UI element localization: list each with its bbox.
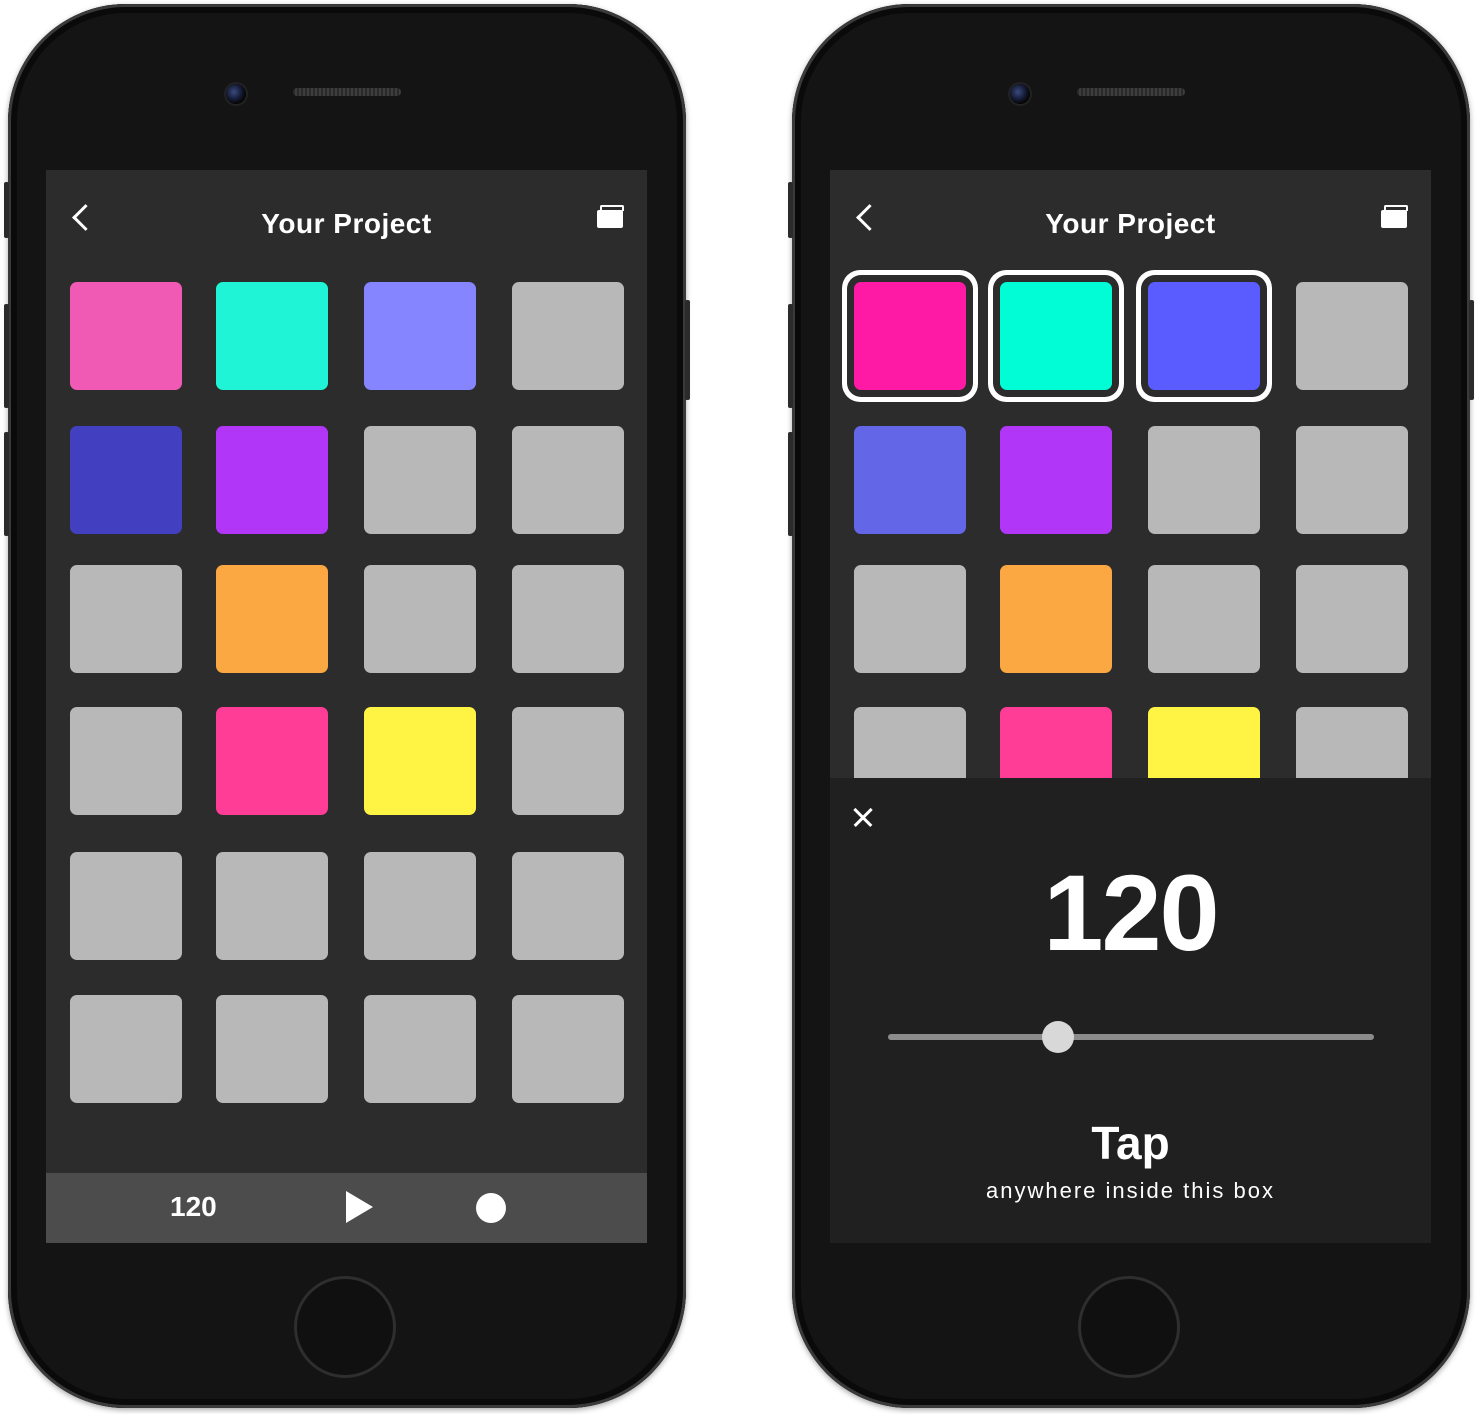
mute-switch bbox=[788, 182, 793, 238]
close-icon[interactable] bbox=[852, 806, 874, 828]
front-camera bbox=[1010, 84, 1030, 104]
nav-bar: Your Project bbox=[46, 170, 647, 270]
pad[interactable] bbox=[854, 565, 966, 673]
pad[interactable] bbox=[364, 565, 476, 673]
screen: Your Project 120 Tap anywhere inside thi… bbox=[830, 170, 1431, 1243]
pad[interactable] bbox=[1000, 565, 1112, 673]
tap-title: Tap bbox=[1091, 1117, 1170, 1169]
pad[interactable] bbox=[1296, 565, 1408, 673]
front-camera bbox=[226, 84, 246, 104]
pad[interactable] bbox=[70, 852, 182, 960]
power-button bbox=[1469, 300, 1474, 400]
bpm-value: 120 bbox=[1043, 852, 1219, 973]
nav-bar: Your Project bbox=[830, 170, 1431, 270]
tempo-panel[interactable]: 120 Tap anywhere inside this box bbox=[830, 778, 1431, 1243]
tap-subtitle: anywhere inside this box bbox=[986, 1178, 1275, 1203]
pad[interactable] bbox=[216, 565, 328, 673]
phone-left: Your Project 120 bbox=[4, 4, 690, 1408]
pad-grid bbox=[46, 282, 647, 1182]
phone-right: Your Project 120 Tap anywhere inside thi… bbox=[788, 4, 1474, 1408]
volume-up-button bbox=[788, 304, 793, 408]
pad[interactable] bbox=[216, 852, 328, 960]
pad[interactable] bbox=[364, 995, 476, 1103]
earpiece-speaker bbox=[293, 88, 401, 96]
folder-icon[interactable] bbox=[597, 205, 624, 228]
play-icon[interactable] bbox=[346, 1191, 373, 1223]
pad[interactable] bbox=[70, 707, 182, 815]
transport-bar: 120 bbox=[46, 1173, 647, 1243]
pad[interactable] bbox=[364, 707, 476, 815]
pad[interactable] bbox=[1000, 282, 1112, 390]
pad[interactable] bbox=[216, 995, 328, 1103]
pad[interactable] bbox=[216, 282, 328, 390]
pad[interactable] bbox=[512, 282, 624, 390]
home-button[interactable] bbox=[294, 1276, 396, 1378]
folder-icon[interactable] bbox=[1381, 205, 1408, 228]
pad[interactable] bbox=[1000, 426, 1112, 534]
pad[interactable] bbox=[512, 565, 624, 673]
pad[interactable] bbox=[1148, 426, 1260, 534]
pad[interactable] bbox=[1296, 282, 1408, 390]
pad[interactable] bbox=[70, 282, 182, 390]
slider-thumb[interactable] bbox=[1042, 1021, 1075, 1053]
pad[interactable] bbox=[512, 852, 624, 960]
pad[interactable] bbox=[854, 426, 966, 534]
pad[interactable] bbox=[512, 426, 624, 534]
pad[interactable] bbox=[854, 282, 966, 390]
page-title: Your Project bbox=[1045, 208, 1216, 239]
screen: Your Project 120 bbox=[46, 170, 647, 1243]
mute-switch bbox=[4, 182, 9, 238]
page-title: Your Project bbox=[261, 208, 432, 239]
pad[interactable] bbox=[364, 852, 476, 960]
pad[interactable] bbox=[70, 565, 182, 673]
pad[interactable] bbox=[70, 995, 182, 1103]
pad[interactable] bbox=[512, 707, 624, 815]
volume-up-button bbox=[4, 304, 9, 408]
record-icon[interactable] bbox=[476, 1193, 506, 1223]
volume-down-button bbox=[4, 432, 9, 536]
volume-down-button bbox=[788, 432, 793, 536]
pad[interactable] bbox=[1148, 565, 1260, 673]
tempo-slider[interactable] bbox=[888, 1021, 1374, 1053]
earpiece-speaker bbox=[1077, 88, 1185, 96]
pad[interactable] bbox=[1296, 426, 1408, 534]
pad[interactable] bbox=[364, 426, 476, 534]
pad[interactable] bbox=[1148, 282, 1260, 390]
pad[interactable] bbox=[216, 707, 328, 815]
pad[interactable] bbox=[364, 282, 476, 390]
pad[interactable] bbox=[70, 426, 182, 534]
tempo-readout[interactable]: 120 bbox=[170, 1191, 217, 1223]
pad[interactable] bbox=[512, 995, 624, 1103]
power-button bbox=[685, 300, 690, 400]
pad[interactable] bbox=[216, 426, 328, 534]
home-button[interactable] bbox=[1078, 1276, 1180, 1378]
